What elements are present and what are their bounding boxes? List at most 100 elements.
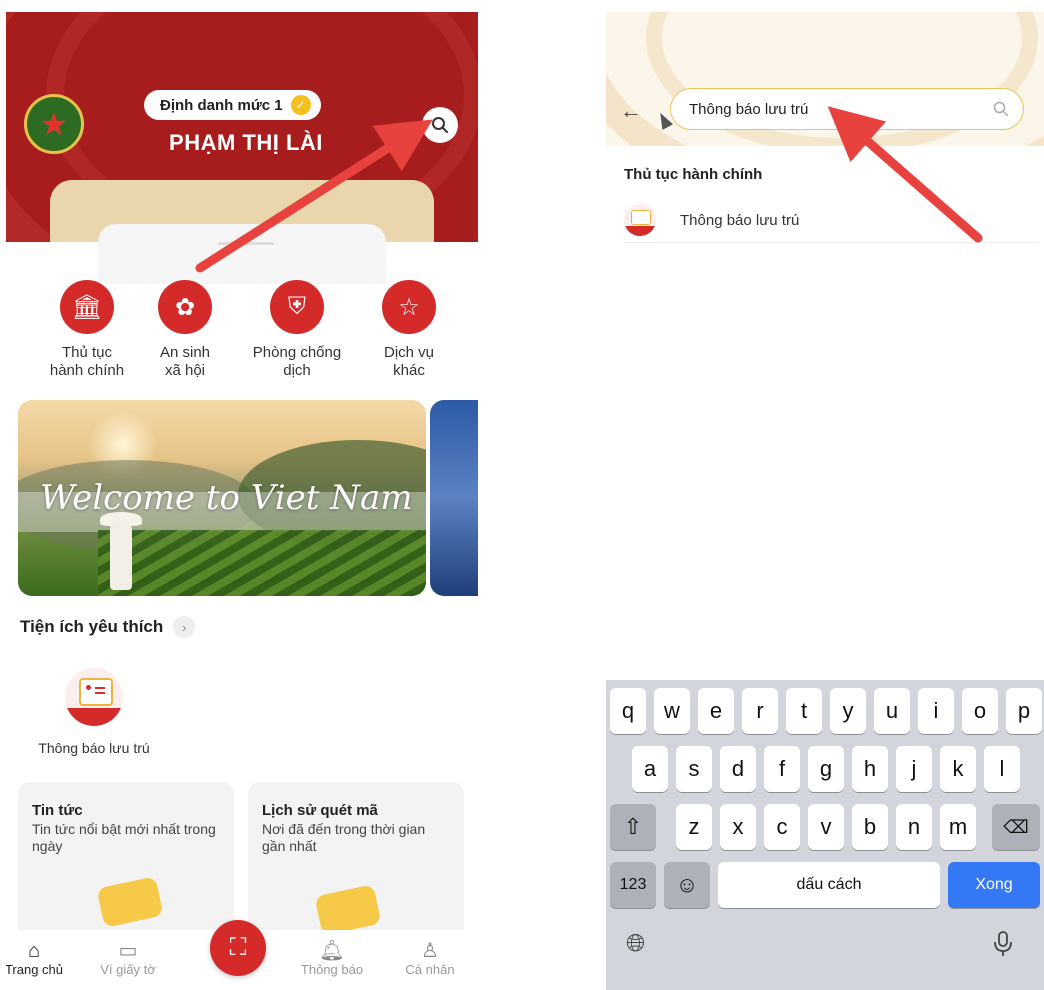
search-input[interactable] — [687, 99, 993, 119]
family-icon: ✿ — [158, 280, 212, 334]
shift-icon: ⇧ — [623, 814, 643, 839]
numbers-key[interactable]: 123 — [610, 862, 656, 908]
key-z[interactable]: z — [676, 804, 712, 850]
key-n[interactable]: n — [896, 804, 932, 850]
key-l[interactable]: l — [984, 746, 1020, 792]
police-emblem-icon: ★ — [24, 94, 84, 154]
key-k[interactable]: k — [940, 746, 976, 792]
tab-profile[interactable]: ♙ Cá nhân — [390, 940, 470, 977]
key-e[interactable]: e — [698, 688, 734, 734]
bell-icon: 🔔︎ — [319, 940, 345, 962]
key-r[interactable]: r — [742, 688, 778, 734]
scan-history-title: Lịch sử quét mã — [262, 802, 378, 819]
tab-wallet[interactable]: ▭ Ví giấy tờ — [88, 940, 168, 977]
key-p[interactable]: p — [1006, 688, 1042, 734]
news-card[interactable]: Tin tức Tin tức nổi bật mới nhất trong n… — [18, 782, 234, 942]
key-u[interactable]: u — [874, 688, 910, 734]
verified-check-icon: ✓ — [290, 95, 311, 115]
tab-notifications[interactable]: 🔔︎ Thông báo — [292, 940, 372, 977]
favorites-header[interactable]: Tiện ích yêu thích › — [20, 616, 196, 638]
key-g[interactable]: g — [808, 746, 844, 792]
service-other[interactable]: ☆ Dịch vụ khác — [354, 280, 464, 380]
star-icon: ☆ — [382, 280, 436, 334]
home-screen: ★ Định danh mức 1 ✓ PHẠM THỊ LÀI 🏛 Thủ t… — [6, 12, 478, 990]
chevron-right-icon: › — [173, 616, 196, 638]
backspace-key[interactable]: ⌫ — [992, 804, 1040, 850]
favorites-title: Tiện ích yêu thích — [20, 617, 164, 636]
result-label: Thông báo lưu trú — [680, 211, 800, 229]
result-section-title: Thủ tục hành chính — [624, 166, 763, 183]
key-h[interactable]: h — [852, 746, 888, 792]
welcome-banner[interactable]: Welcome to Viet Nam — [18, 400, 426, 596]
search-screen: ← Thủ tục hành chính Thông báo lưu trú q… — [606, 12, 1044, 990]
emoji-key[interactable]: ☺ — [664, 862, 710, 908]
back-arrow-icon[interactable]: ← — [620, 98, 642, 124]
qr-scan-button[interactable]: ⛶ — [210, 920, 266, 976]
news-title: Tin tức — [32, 802, 83, 819]
shield-icon: ⛨ — [270, 280, 324, 334]
drag-handle — [218, 242, 274, 245]
service-label: Phòng chống dịch — [252, 344, 342, 379]
search-result-item[interactable]: Thông báo lưu trú — [624, 198, 1038, 243]
service-administrative-procedures[interactable]: 🏛 Thủ tục hành chính — [32, 280, 142, 380]
globe-icon[interactable]: 🌐︎ — [626, 930, 645, 958]
search-button[interactable] — [422, 107, 458, 143]
service-epidemic-prevention[interactable]: ⛨ Phòng chống dịch — [242, 280, 352, 380]
tab-label: Trang chủ — [6, 962, 64, 977]
service-social-security[interactable]: ✿ An sinh xã hội — [130, 280, 240, 380]
favorite-label: Thông báo lưu trú — [38, 740, 150, 756]
microphone-icon[interactable] — [992, 930, 1014, 958]
done-key[interactable]: Xong — [948, 862, 1040, 908]
id-card[interactable] — [98, 224, 386, 284]
key-d[interactable]: d — [720, 746, 756, 792]
person-icon: ♙ — [421, 940, 439, 962]
identity-level-badge[interactable]: Định danh mức 1 ✓ — [144, 90, 321, 120]
notice-doc-icon — [624, 204, 656, 236]
shift-key[interactable]: ⇧ — [610, 804, 656, 850]
key-i[interactable]: i — [918, 688, 954, 734]
banner-person — [110, 520, 132, 590]
home-icon: ⌂ — [27, 940, 41, 962]
space-key[interactable]: dấu cách — [718, 862, 940, 908]
key-f[interactable]: f — [764, 746, 800, 792]
on-screen-keyboard: q w e r t y u i o p a s d f g h j k l ⇧ … — [606, 680, 1044, 990]
key-q[interactable]: q — [610, 688, 646, 734]
wallet-icon: ▭ — [118, 940, 138, 962]
key-w[interactable]: w — [654, 688, 690, 734]
key-s[interactable]: s — [676, 746, 712, 792]
next-banner[interactable] — [430, 400, 478, 596]
key-t[interactable]: t — [786, 688, 822, 734]
scan-history-illustration — [314, 884, 382, 936]
key-o[interactable]: o — [962, 688, 998, 734]
tab-label: Ví giấy tờ — [100, 962, 156, 977]
search-icon — [432, 117, 448, 133]
key-x[interactable]: x — [720, 804, 756, 850]
key-m[interactable]: m — [940, 804, 976, 850]
banner-fields — [98, 530, 426, 596]
scan-history-card[interactable]: Lịch sử quét mã Nơi đã đến trong thời gi… — [248, 782, 464, 942]
tab-home[interactable]: ⌂ Trang chủ — [6, 940, 74, 977]
identity-level-label: Định danh mức 1 — [160, 96, 283, 114]
favorite-item[interactable]: Thông báo lưu trú — [24, 668, 164, 756]
tab-label: Cá nhân — [405, 962, 455, 977]
news-desc: Tin tức nổi bật mới nhất trong ngày — [32, 821, 216, 854]
key-v[interactable]: v — [808, 804, 844, 850]
service-label: Dịch vụ khác — [383, 344, 435, 379]
search-field[interactable] — [670, 88, 1024, 130]
service-label: Thủ tục hành chính — [49, 344, 125, 379]
emoji-icon: ☺ — [675, 872, 699, 897]
building-icon: 🏛 — [60, 280, 114, 334]
profile-header: ★ Định danh mức 1 ✓ PHẠM THỊ LÀI — [6, 12, 478, 242]
key-j[interactable]: j — [896, 746, 932, 792]
key-a[interactable]: a — [632, 746, 668, 792]
service-label: An sinh xã hội — [159, 344, 211, 379]
key-c[interactable]: c — [764, 804, 800, 850]
news-illustration — [96, 876, 164, 928]
scan-icon: ⛶ — [229, 934, 247, 961]
user-name: PHẠM THỊ LÀI — [169, 130, 323, 155]
key-y[interactable]: y — [830, 688, 866, 734]
banner-text: Welcome to Viet Nam — [40, 478, 413, 518]
key-b[interactable]: b — [852, 804, 888, 850]
tab-label: Thông báo — [300, 962, 364, 977]
backspace-icon: ⌫ — [1003, 816, 1029, 837]
